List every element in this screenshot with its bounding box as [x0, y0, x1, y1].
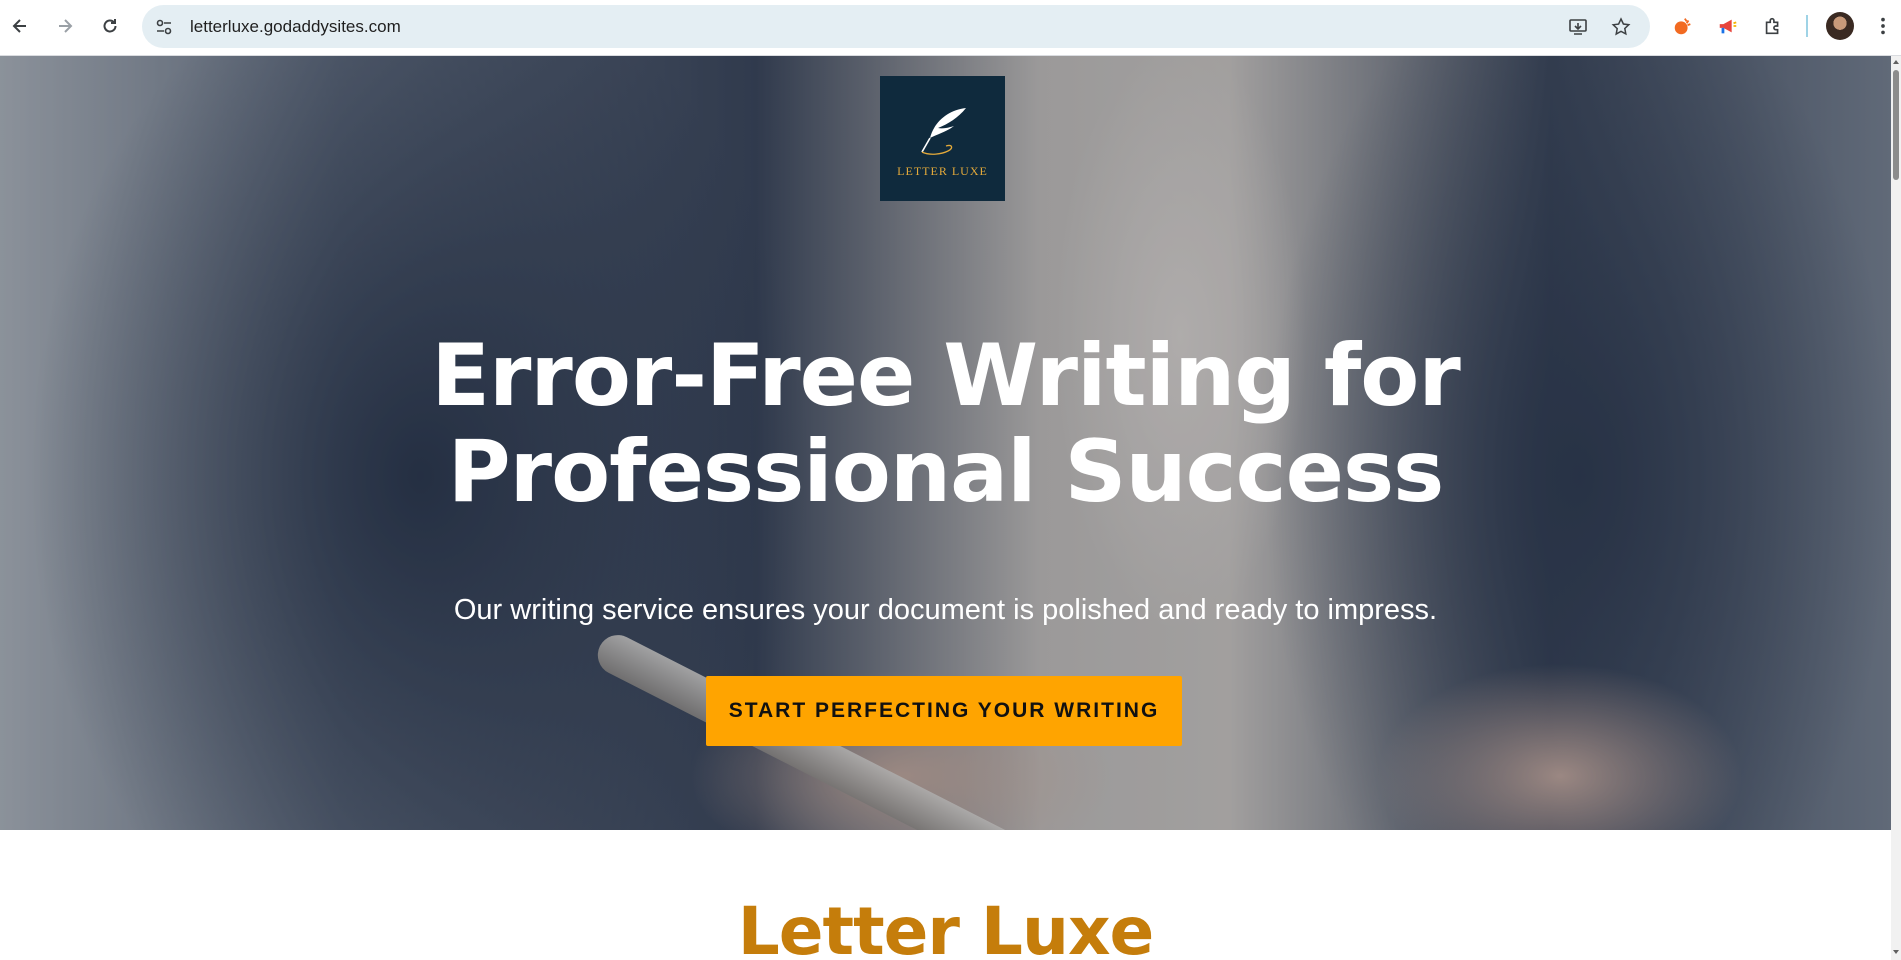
scroll-up-arrow-icon[interactable] [1892, 58, 1900, 66]
site-logo[interactable]: LETTER LUXE [880, 76, 1005, 201]
scroll-down-arrow-icon[interactable] [1892, 948, 1900, 956]
reload-button[interactable] [92, 8, 128, 44]
logo-text: LETTER LUXE [897, 164, 988, 178]
kebab-menu-icon[interactable] [1868, 11, 1898, 41]
hero-subtitle: Our writing service ensures your documen… [453, 594, 1438, 626]
page-scrollbar[interactable] [1891, 56, 1901, 960]
toolbar-divider [1806, 15, 1808, 37]
start-perfecting-button[interactable]: START PERFECTING YOUR WRITING [706, 676, 1182, 746]
scrollbar-thumb[interactable] [1893, 70, 1899, 180]
hero-section: LETTER LUXE Error-Free Writing for Profe… [0, 56, 1891, 830]
url-text[interactable]: letterluxe.godaddysites.com [190, 17, 401, 37]
puzzle-icon[interactable] [1758, 11, 1788, 41]
address-bar[interactable]: letterluxe.godaddysites.com [142, 5, 1650, 48]
forward-button[interactable] [47, 8, 83, 44]
arrow-right-icon [59, 19, 73, 33]
section-title: Letter Luxe [737, 893, 1155, 960]
megaphone-icon[interactable] [1713, 11, 1743, 41]
hero-headline: Error-Free Writing for Professional Succ… [0, 328, 1891, 520]
browser-toolbar: letterluxe.godaddysites.com [0, 0, 1901, 56]
quill-icon [920, 108, 966, 155]
profile-avatar[interactable] [1826, 12, 1854, 40]
headline-line-2: Professional Success [447, 422, 1445, 522]
tune-icon[interactable] [152, 15, 176, 39]
install-app-icon[interactable] [1565, 14, 1591, 40]
headline-line-1: Error-Free Writing for [431, 326, 1460, 426]
extension-orange-icon[interactable] [1668, 11, 1698, 41]
arrow-left-icon [12, 19, 26, 33]
reload-icon [103, 19, 117, 33]
back-button[interactable] [2, 8, 38, 44]
star-icon[interactable] [1608, 14, 1634, 40]
